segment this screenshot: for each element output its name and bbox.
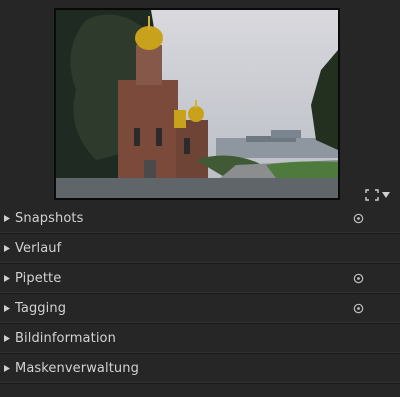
module-label: Tagging bbox=[15, 301, 67, 316]
expand-arrow-icon[interactable] bbox=[2, 365, 12, 372]
chevron-down-icon[interactable] bbox=[382, 192, 390, 198]
image-thumbnail[interactable] bbox=[56, 10, 338, 198]
module-history[interactable]: Verlauf bbox=[0, 234, 400, 264]
presets-icon[interactable] bbox=[352, 273, 364, 285]
zoom-control[interactable] bbox=[365, 188, 393, 202]
module-snapshots[interactable]: Snapshots bbox=[0, 204, 400, 234]
presets-icon[interactable] bbox=[352, 303, 364, 315]
module-color-picker[interactable]: Pipette bbox=[0, 264, 400, 294]
expand-arrow-icon[interactable] bbox=[2, 305, 12, 312]
module-tagging[interactable]: Tagging bbox=[0, 294, 400, 324]
module-label: Bildinformation bbox=[15, 331, 116, 346]
module-list: Snapshots Verlauf Pipette Tagging Bildin… bbox=[0, 204, 400, 384]
module-label: Maskenverwaltung bbox=[15, 361, 139, 376]
expand-arrow-icon[interactable] bbox=[2, 275, 12, 282]
presets-icon[interactable] bbox=[352, 213, 364, 225]
module-label: Snapshots bbox=[15, 211, 84, 226]
module-mask-manager[interactable]: Maskenverwaltung bbox=[0, 354, 400, 384]
module-label: Verlauf bbox=[15, 241, 62, 256]
navigation-preview[interactable] bbox=[54, 8, 340, 200]
fit-screen-icon[interactable] bbox=[365, 189, 379, 201]
module-image-information[interactable]: Bildinformation bbox=[0, 324, 400, 354]
module-label: Pipette bbox=[15, 271, 62, 286]
expand-arrow-icon[interactable] bbox=[2, 335, 12, 342]
expand-arrow-icon[interactable] bbox=[2, 245, 12, 252]
expand-arrow-icon[interactable] bbox=[2, 215, 12, 222]
